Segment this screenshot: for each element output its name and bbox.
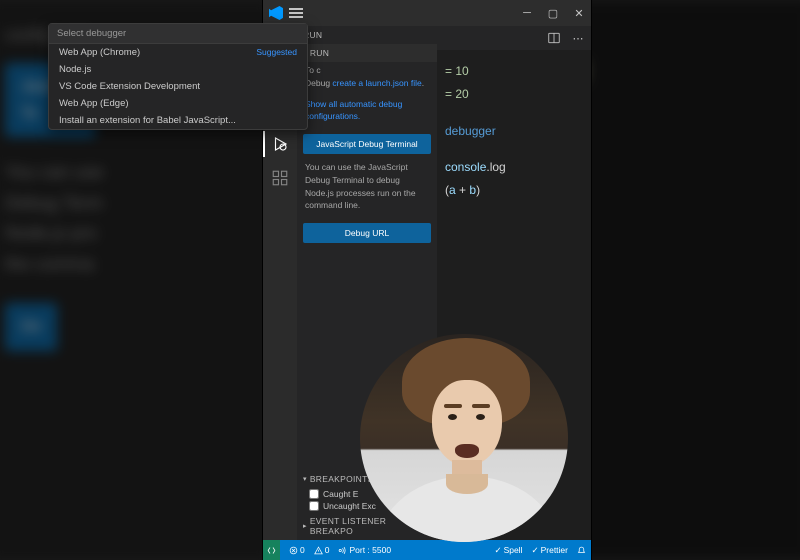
run-help-text: To c Debug create a launch.json file.	[297, 62, 437, 96]
js-debug-terminal-button[interactable]: JavaScript Debug Terminal	[303, 134, 431, 154]
more-actions-icon[interactable]: ⋯	[571, 31, 585, 45]
bg-text: You can use	[5, 157, 255, 188]
debugger-option[interactable]: Install an extension for Babel JavaScrip…	[49, 112, 307, 129]
bg-text: Node.js pro	[5, 218, 255, 249]
debug-url-button[interactable]: Debug URL	[303, 223, 431, 243]
dropdown-title: Select debugger	[49, 24, 307, 44]
notifications-icon[interactable]	[577, 546, 586, 555]
remote-indicator[interactable]	[263, 540, 280, 560]
close-button[interactable]: ✕	[573, 7, 585, 19]
breakpoints-section[interactable]: BREAKPOINTS	[310, 474, 374, 484]
minimize-button[interactable]: ─	[521, 7, 533, 19]
caught-checkbox[interactable]	[309, 489, 319, 499]
hamburger-menu-icon[interactable]	[289, 12, 303, 14]
debugger-option[interactable]: VS Code Extension Development	[49, 78, 307, 95]
debugger-option[interactable]: Node.js	[49, 61, 307, 78]
editor-tabbar: ⋯	[437, 26, 591, 50]
extensions-icon[interactable]	[270, 168, 290, 188]
live-server-port[interactable]: Port : 5500	[338, 545, 391, 555]
select-debugger-dropdown: Select debugger Web App (Chrome)Suggeste…	[48, 23, 308, 130]
run-section-label[interactable]: RUN	[310, 48, 329, 58]
debugger-option[interactable]: Web App (Chrome)Suggested	[49, 44, 307, 61]
title-bar: ─ ▢ ✕	[263, 0, 591, 26]
uncaught-checkbox[interactable]	[309, 501, 319, 511]
split-editor-icon[interactable]	[547, 31, 561, 45]
presenter-webcam	[360, 334, 568, 542]
vscode-logo-icon	[269, 6, 283, 20]
warnings-indicator[interactable]: 0	[314, 545, 330, 555]
bg-text: the comma	[5, 249, 255, 280]
create-launch-link[interactable]: create a launch.json file	[332, 78, 421, 88]
debugger-option[interactable]: Web App (Edge)	[49, 95, 307, 112]
spell-check-status[interactable]: ✓ Spell	[494, 545, 522, 556]
errors-indicator[interactable]: 0	[289, 545, 305, 555]
prettier-status[interactable]: ✓ Prettier	[531, 545, 568, 556]
bg-button: De	[5, 303, 57, 350]
status-bar: 0 0 Port : 5500 ✓ Spell ✓ Prettier	[263, 540, 591, 560]
maximize-button[interactable]: ▢	[547, 7, 559, 19]
show-auto-config-link[interactable]: Show all automatic debug configurations.	[305, 99, 402, 122]
terminal-help-text: You can use the JavaScript Debug Termina…	[297, 159, 437, 218]
panel-header: RUN	[297, 26, 437, 44]
run-debug-icon[interactable]	[270, 134, 290, 154]
bg-text: Debug Term	[5, 188, 255, 219]
